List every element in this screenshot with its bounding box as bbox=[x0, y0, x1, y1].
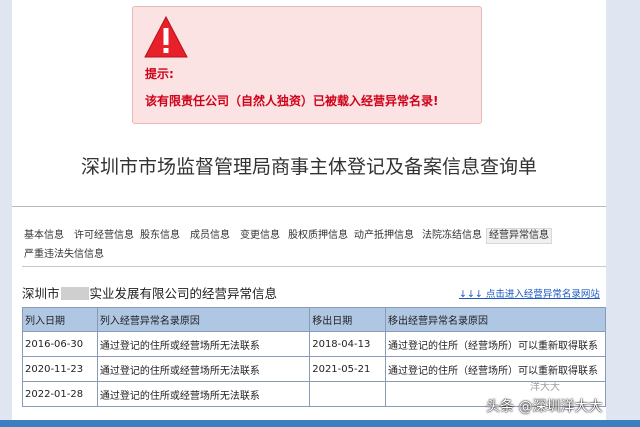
removed-date: 2021-05-21 bbox=[309, 356, 387, 382]
col-header-listed-date: 列入日期 bbox=[22, 307, 98, 332]
removed-reason: 通过登记的住所（经营场所）可以重新取得联系 bbox=[385, 331, 606, 357]
col-header-removed-reason: 移出经营异常名录原因 bbox=[385, 307, 606, 332]
table-row: 2016-06-30 通过登记的住所或经营场所无法联系 2018-04-13 通… bbox=[22, 331, 606, 357]
tab-basic-info[interactable]: 基本信息 bbox=[22, 229, 66, 243]
listed-date: 2016-06-30 bbox=[22, 331, 98, 357]
listed-date: 2020-11-23 bbox=[22, 356, 98, 382]
tab-member-info[interactable]: 成员信息 bbox=[188, 229, 232, 243]
tabs-divider bbox=[22, 266, 606, 267]
removed-date: 2018-04-13 bbox=[309, 331, 387, 357]
company-heading: 深圳市 实业发展有限公司的经营异常信息 bbox=[22, 283, 277, 302]
listed-date: 2022-01-28 bbox=[22, 381, 98, 407]
tab-court-freeze-info[interactable]: 法院冻结信息 bbox=[420, 229, 484, 243]
tab-chattel-mortgage-info[interactable]: 动产抵押信息 bbox=[352, 229, 416, 243]
left-margin bbox=[0, 0, 12, 427]
abnormal-alert-box: 提示: 该有限责任公司（自然人独资）已被载入经营异常名录! bbox=[132, 6, 482, 124]
page-title: 深圳市市场监督管理局商事主体登记及备案信息查询单 bbox=[80, 156, 537, 178]
tab-equity-pledge-info[interactable]: 股权质押信息 bbox=[286, 229, 350, 243]
warning-triangle-icon bbox=[144, 15, 188, 58]
table-header-row: 列入日期 列入经营异常名录原因 移出日期 移出经营异常名录原因 bbox=[22, 307, 606, 332]
title-divider bbox=[12, 206, 606, 207]
tab-change-info[interactable]: 变更信息 bbox=[238, 229, 282, 243]
abnormal-list-site-link[interactable]: ↓↓↓ 点击进入经营异常名录网站 bbox=[459, 286, 600, 300]
tab-abnormal-operation-info[interactable]: 经营异常信息 bbox=[486, 228, 552, 244]
author-watermark: 头条 @深圳洋大大 bbox=[486, 399, 603, 415]
tab-shareholder-info[interactable]: 股东信息 bbox=[138, 229, 182, 243]
redacted-name bbox=[60, 287, 89, 300]
col-header-listed-reason: 列入经营异常名录原因 bbox=[96, 307, 311, 332]
abnormal-records-table: 列入日期 列入经营异常名录原因 移出日期 移出经营异常名录原因 2016-06-… bbox=[22, 307, 606, 407]
alert-message: 该有限责任公司（自然人独资）已被载入经营异常名录! bbox=[145, 94, 439, 108]
removed-date bbox=[309, 381, 387, 407]
company-suffix: 实业发展有限公司的经营异常信息 bbox=[89, 286, 278, 301]
listed-reason: 通过登记的住所或经营场所无法联系 bbox=[96, 331, 311, 357]
table-row: 2020-11-23 通过登记的住所或经营场所无法联系 2021-05-21 通… bbox=[22, 356, 606, 382]
faint-logo-text: 洋大大 bbox=[530, 382, 560, 393]
removed-reason: 通过登记的住所（经营场所）可以重新取得联系 bbox=[385, 356, 606, 382]
listed-reason: 通过登记的住所或经营场所无法联系 bbox=[96, 356, 311, 382]
tab-license-info[interactable]: 许可经营信息 bbox=[72, 229, 136, 243]
alert-title: 提示: bbox=[145, 67, 174, 81]
listed-reason: 通过登记的住所或经营场所无法联系 bbox=[96, 381, 311, 407]
company-prefix: 深圳市 bbox=[22, 286, 60, 301]
tab-serious-violation-info[interactable]: 严重违法失信信息 bbox=[22, 248, 106, 262]
bottom-bar bbox=[0, 420, 640, 427]
right-margin bbox=[606, 0, 640, 427]
col-header-removed-date: 移出日期 bbox=[309, 307, 387, 332]
